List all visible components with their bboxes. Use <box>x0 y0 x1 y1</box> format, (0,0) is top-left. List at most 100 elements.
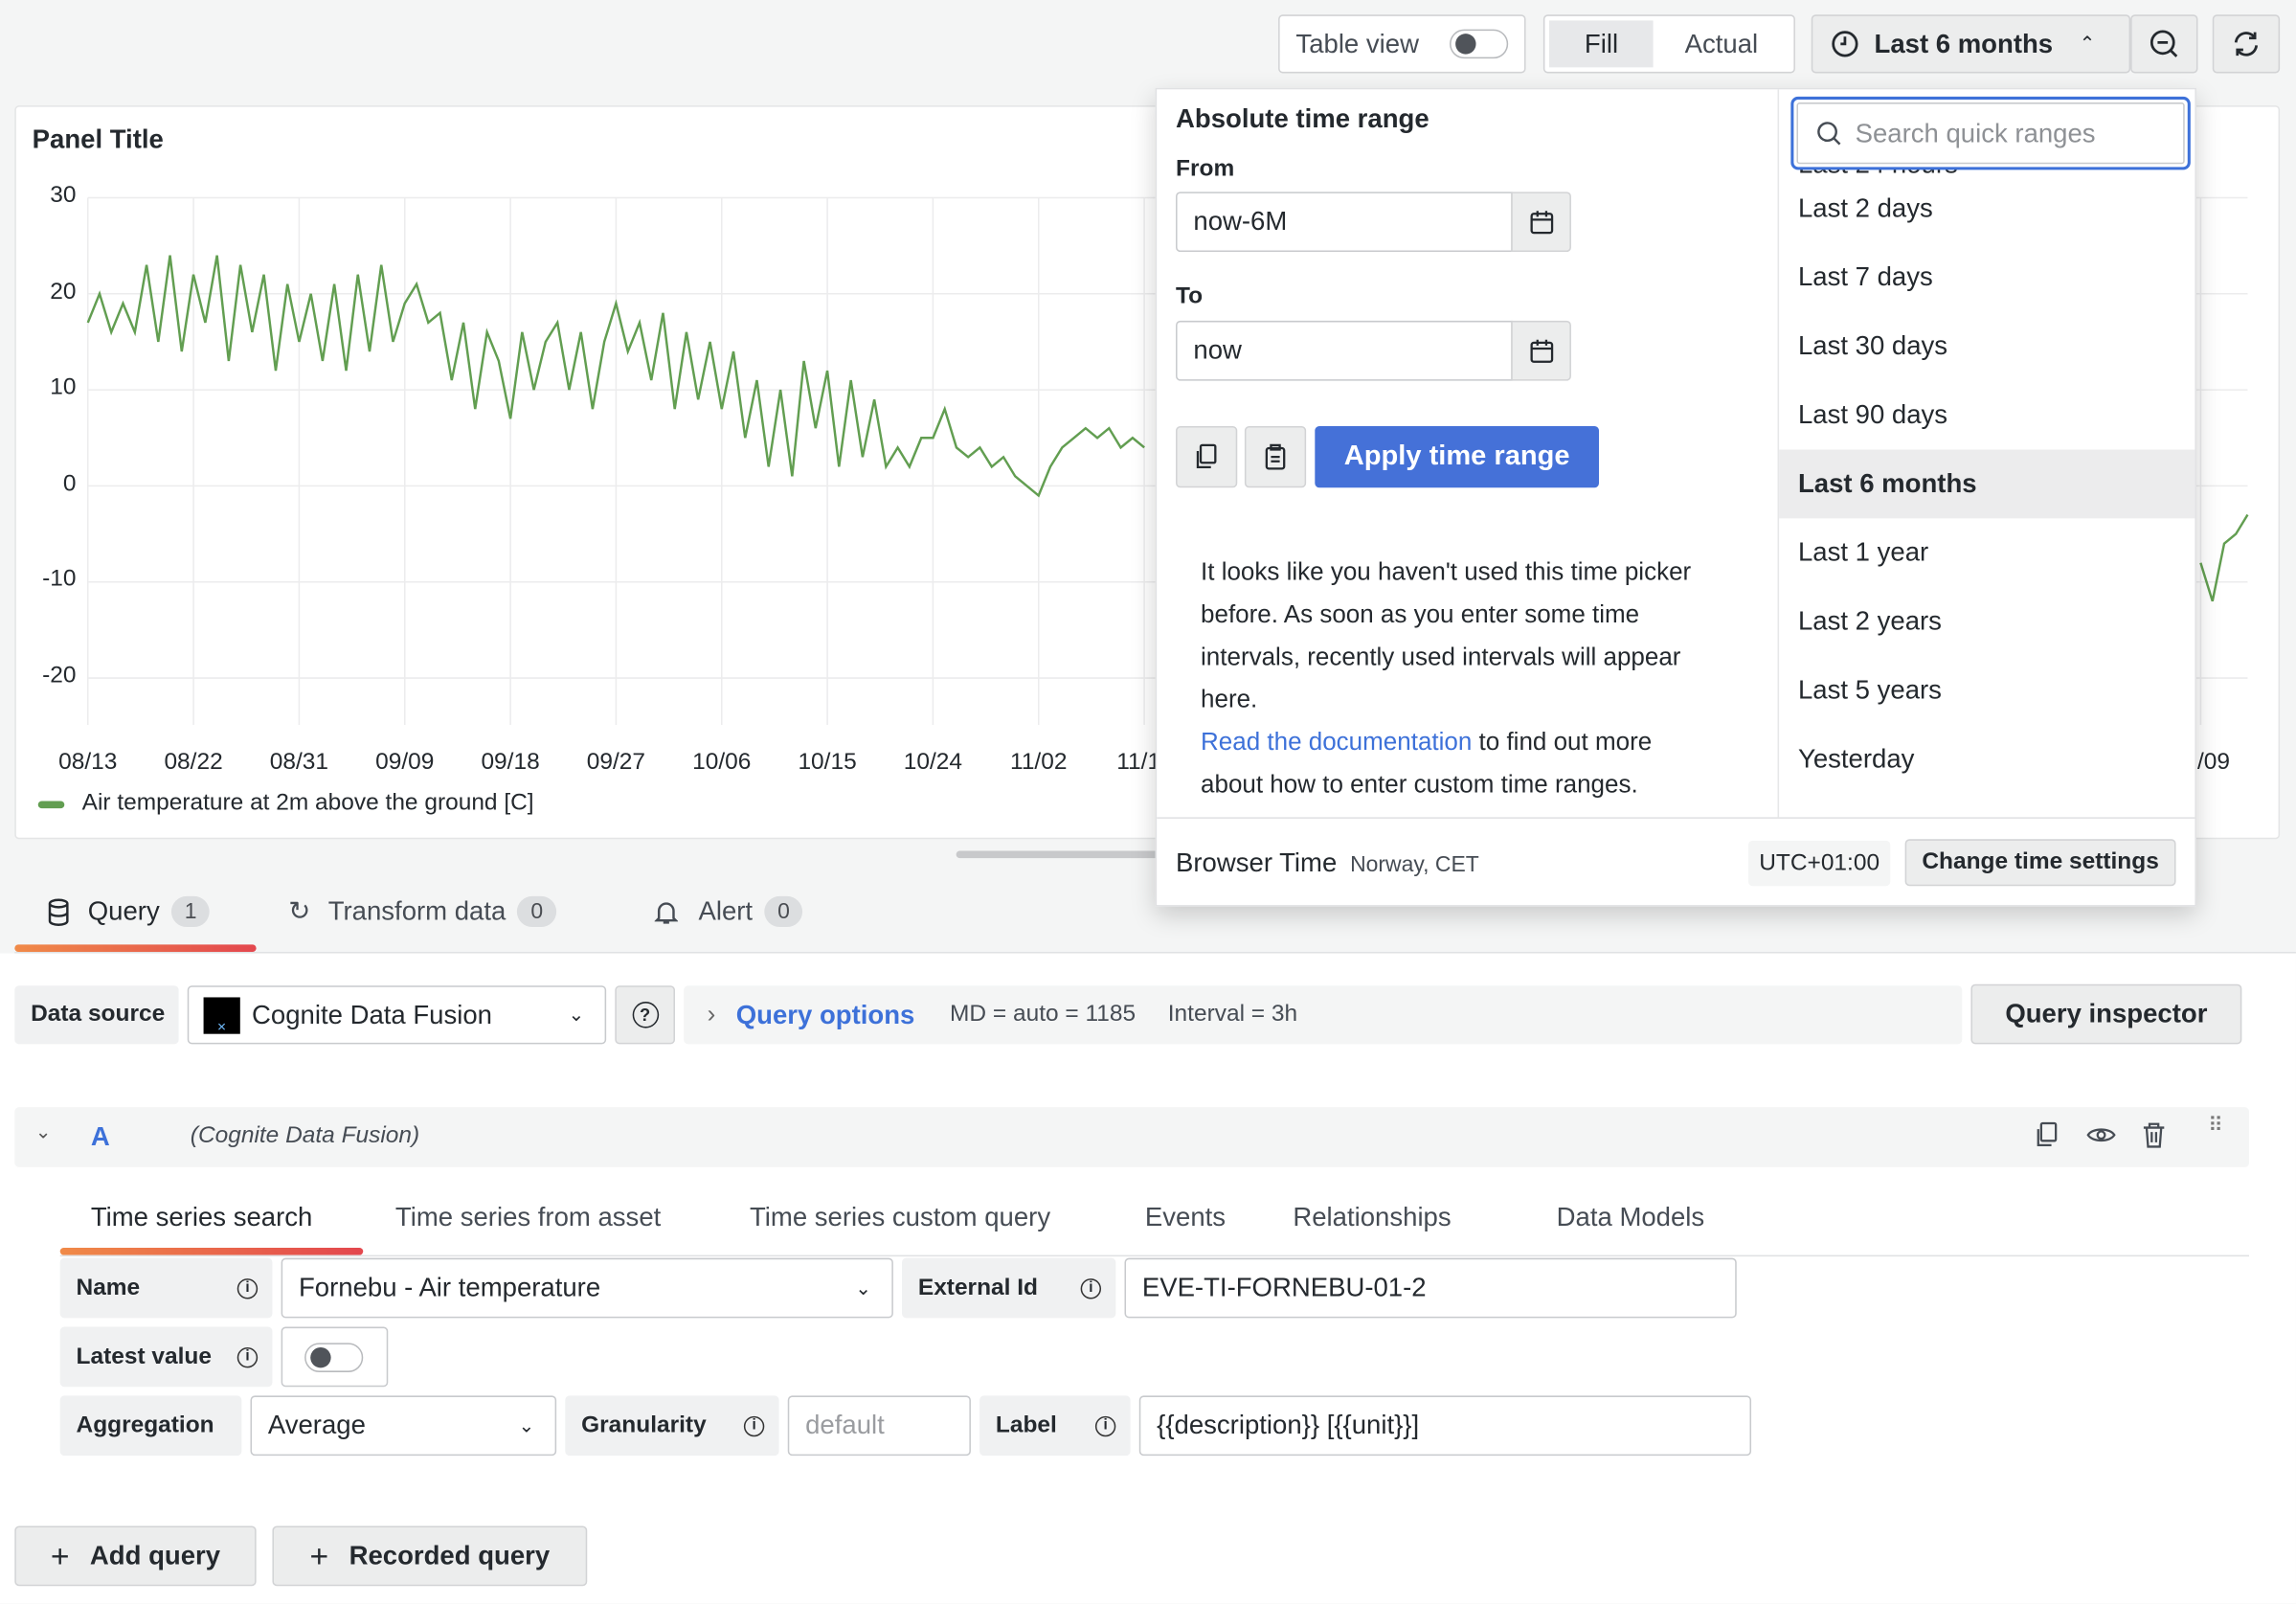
apply-time-range-button[interactable]: Apply time range <box>1315 426 1599 488</box>
quick-range-item[interactable]: Last 6 months <box>1779 449 2195 519</box>
info-icon: i <box>236 1277 259 1299</box>
quick-range-item[interactable]: Last 30 days <box>1779 312 2195 381</box>
calendar-icon <box>1529 339 1553 363</box>
recorded-query-button[interactable]: + Recorded query <box>272 1525 588 1587</box>
search-icon <box>1817 122 1841 146</box>
toggle-visibility-icon[interactable] <box>2086 1123 2116 1154</box>
delete-query-icon[interactable] <box>2142 1121 2165 1155</box>
max-datapoints-text: MD = auto = 1185 <box>950 1002 1137 1028</box>
x-tick-label: 10/24 <box>903 750 963 775</box>
tab-alert[interactable]: Alert 0 <box>654 895 803 928</box>
splitter-handle[interactable] <box>956 850 1161 859</box>
datasource-help-button[interactable]: ? <box>615 985 676 1045</box>
help-text: It looks like you haven't used this time… <box>1201 557 1692 713</box>
legend-label: Air temperature at 2m above the ground [… <box>81 790 534 816</box>
time-picker-popover: Absolute time range From now-6M To now A… <box>1155 87 2196 907</box>
absolute-range-title: Absolute time range <box>1176 103 1429 134</box>
utc-offset: UTC+01:00 <box>1747 840 1891 887</box>
query-ref-id[interactable]: A <box>91 1121 110 1152</box>
external-id-label: External Id i <box>902 1257 1116 1319</box>
name-label: Name i <box>59 1257 273 1319</box>
chevron-down-icon: ⌄ <box>518 1413 535 1436</box>
help-icon: ? <box>631 1002 659 1028</box>
tab-transform-label: Transform data <box>327 895 506 926</box>
aggregation-value: Average <box>267 1410 366 1440</box>
tab-query-label: Query <box>87 895 160 926</box>
quick-ranges-list[interactable]: Last 24 hoursLast 2 daysLast 7 daysLast … <box>1779 89 2195 817</box>
query-options-link[interactable]: Query options <box>736 1000 915 1030</box>
quick-range-item[interactable]: Last 7 days <box>1779 243 2195 312</box>
query-options-bar[interactable]: › Query options MD = auto = 1185 Interva… <box>684 985 1963 1045</box>
subtab-item[interactable]: Time series search <box>91 1203 312 1233</box>
to-calendar-button[interactable] <box>1511 320 1571 381</box>
add-query-button[interactable]: + Add query <box>14 1525 257 1587</box>
subtab-item[interactable]: Relationships <box>1293 1203 1451 1233</box>
legend-item[interactable]: Air temperature at 2m above the ground [… <box>37 790 534 818</box>
granularity-label: Granularity i <box>565 1395 779 1457</box>
label-input[interactable]: {{description}} [{{unit}}] <box>1138 1395 1752 1457</box>
datasource-select[interactable]: ✕ Cognite Data Fusion ⌄ <box>187 985 607 1045</box>
external-id-value: EVE-TI-FORNEBU-01-2 <box>1141 1272 1427 1302</box>
search-quick-ranges-wrap: Search quick ranges <box>1790 96 2191 170</box>
series-line <box>2199 513 2249 602</box>
search-quick-ranges-input[interactable]: Search quick ranges <box>1796 102 2185 165</box>
from-input[interactable]: now-6M <box>1176 192 1513 253</box>
x-tick-label: 08/31 <box>269 750 329 775</box>
change-time-settings-button[interactable]: Change time settings <box>1904 839 2176 887</box>
add-query-label: Add query <box>89 1540 221 1570</box>
query-count-badge: 1 <box>170 895 211 928</box>
chevron-down-icon: ⌄ <box>855 1276 871 1299</box>
quick-range-item[interactable]: Last 1 year <box>1779 518 2195 587</box>
documentation-link[interactable]: Read the documentation <box>1201 728 1472 756</box>
quick-range-item[interactable]: Last 90 days <box>1779 381 2195 450</box>
search-placeholder: Search quick ranges <box>1855 118 2096 147</box>
quick-range-item[interactable]: Last 2 days <box>1779 174 2195 243</box>
query-datasource-name: (Cognite Data Fusion) <box>190 1122 420 1148</box>
alert-count-badge: 0 <box>764 895 803 928</box>
copy-range-button[interactable] <box>1176 426 1238 488</box>
drag-handle-icon[interactable]: ⠿ <box>2208 1115 2225 1135</box>
duplicate-query-icon[interactable] <box>2036 1121 2059 1155</box>
latest-value-switch[interactable] <box>304 1342 364 1372</box>
info-icon: i <box>1094 1415 1116 1436</box>
quick-range-item[interactable]: Last 2 years <box>1779 587 2195 656</box>
external-id-input[interactable]: EVE-TI-FORNEBU-01-2 <box>1124 1257 1737 1319</box>
subtab-item[interactable]: Events <box>1145 1203 1226 1233</box>
collapse-chevron-icon[interactable]: ⌄ <box>35 1120 52 1143</box>
from-calendar-button[interactable] <box>1511 192 1571 253</box>
y-tick-label: -10 <box>42 567 77 593</box>
name-select[interactable]: Fornebu - Air temperature ⌄ <box>281 1257 893 1319</box>
cdf-logo-icon: ✕ <box>203 996 240 1033</box>
plus-icon: + <box>309 1537 329 1574</box>
x-tick-label: 09/27 <box>586 750 646 775</box>
calendar-icon <box>1529 210 1553 234</box>
interval-text: Interval = 3h <box>1167 1002 1298 1028</box>
subtab-underline <box>59 1247 364 1255</box>
x-tick-label: 10/06 <box>692 750 752 775</box>
aggregation-label: Aggregation <box>59 1395 242 1457</box>
tab-alert-label: Alert <box>698 895 754 926</box>
y-tick-label: -20 <box>42 663 77 689</box>
y-tick-label: 20 <box>50 279 77 305</box>
label-label: Label i <box>979 1395 1131 1457</box>
tab-query[interactable]: Query 1 <box>47 895 211 928</box>
granularity-input[interactable]: default <box>787 1395 971 1457</box>
subtab-item[interactable]: Time series from asset <box>395 1203 661 1233</box>
aggregation-select[interactable]: Average ⌄ <box>250 1395 557 1457</box>
subtab-item[interactable]: Time series custom query <box>750 1203 1050 1233</box>
y-tick-label: 10 <box>50 374 77 400</box>
to-input[interactable]: now <box>1176 320 1513 381</box>
query-inspector-button[interactable]: Query inspector <box>1970 983 2242 1045</box>
tab-transform[interactable]: ↻ Transform data 0 <box>288 895 556 928</box>
datasource-label: Data source <box>14 985 179 1045</box>
latest-value-toggle[interactable] <box>281 1326 389 1388</box>
x-tick-label: 09/09 <box>375 750 435 775</box>
info-icon: i <box>743 1415 765 1436</box>
quick-range-item[interactable]: Yesterday <box>1779 725 2195 794</box>
subtab-item[interactable]: Data Models <box>1557 1203 1705 1233</box>
from-label: From <box>1176 156 1235 182</box>
quick-range-item[interactable]: Last 5 years <box>1779 656 2195 725</box>
paste-range-button[interactable] <box>1244 426 1307 488</box>
y-tick-label: 0 <box>62 471 77 497</box>
datasource-value: Cognite Data Fusion <box>252 999 492 1029</box>
